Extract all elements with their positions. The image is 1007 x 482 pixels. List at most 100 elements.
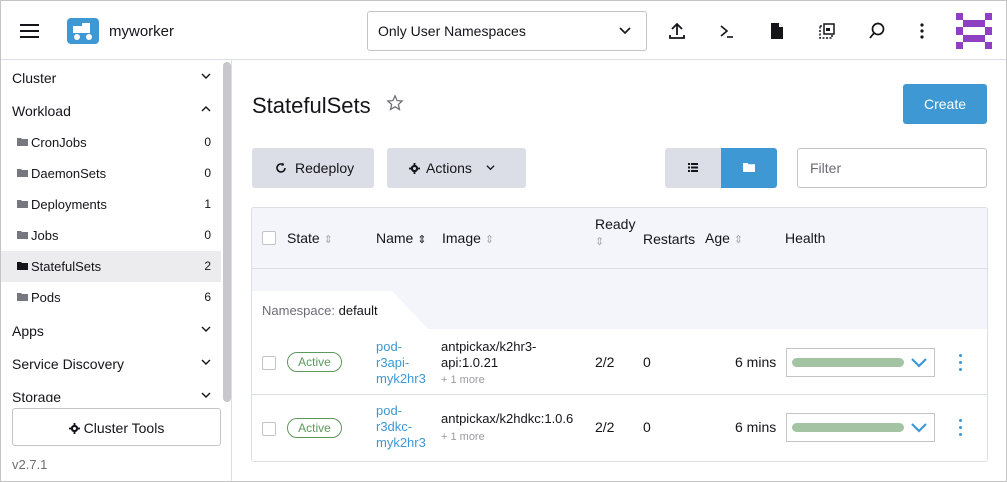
cluster-tools-label: Cluster Tools — [83, 420, 165, 436]
select-all-checkbox[interactable] — [262, 231, 276, 245]
sidebar-item-count: 0 — [204, 166, 211, 180]
health-bar — [792, 423, 904, 432]
version-label[interactable]: v2.7.1 — [12, 457, 47, 472]
sidebar-item-count: 1 — [204, 197, 211, 211]
namespace-group-label: Namespace: default — [262, 303, 378, 318]
filter-input[interactable]: Filter — [797, 148, 987, 188]
sidebar-item-count: 2 — [204, 259, 211, 273]
column-age-label: Age — [705, 230, 730, 246]
statefulset-name-link[interactable]: pod- r3dkc- myk2hr3 — [376, 403, 426, 451]
namespace-group-row: Namespace: default — [252, 269, 987, 329]
statefulset-name-link[interactable]: pod- r3api- myk2hr3 — [376, 339, 426, 387]
sidebar-item-count: 0 — [204, 228, 211, 242]
chevron-down-icon — [486, 165, 495, 171]
file-icon[interactable] — [767, 21, 787, 41]
gear-icon — [409, 163, 420, 174]
folder-icon — [743, 163, 755, 172]
row-actions-icon[interactable] — [958, 418, 964, 438]
name-line: r3api- — [376, 355, 410, 370]
sidebar-group-storage[interactable]: Storage — [1, 380, 221, 402]
star-icon[interactable] — [386, 94, 404, 112]
search-icon[interactable] — [867, 21, 887, 41]
health-expander[interactable] — [786, 348, 935, 377]
folder-icon — [17, 169, 28, 177]
row-actions-icon[interactable] — [958, 353, 964, 373]
restarts-value: 0 — [643, 354, 651, 370]
column-age[interactable]: Age ⇕ — [705, 230, 743, 246]
health-expander[interactable] — [786, 413, 935, 442]
sidebar-item-deployments[interactable]: Deployments 1 — [1, 189, 221, 220]
cluster-tools-button[interactable]: Cluster Tools — [12, 408, 221, 446]
name-line: pod- — [376, 339, 403, 354]
app-frame: myworker Only User Namespaces Cluster Wo… — [0, 0, 1007, 482]
sidebar-item-label: Deployments — [31, 197, 107, 212]
sidebar-item-statefulsets[interactable]: StatefulSets 2 — [1, 251, 221, 282]
table-header: State ⇕ Name ⇕ Image ⇕ Ready ⇕ Restarts Age ⇕… — [252, 208, 987, 269]
chevron-down-icon — [911, 358, 927, 368]
copy-kubeconfig-icon[interactable] — [817, 21, 837, 41]
redeploy-button[interactable]: Redeploy — [252, 148, 374, 188]
sidebar-item-label: Jobs — [31, 228, 59, 243]
chevron-down-icon — [911, 423, 927, 433]
name-line: pod- — [376, 403, 403, 418]
table-row: Active pod- r3api- myk2hr3 antpickax/k2h… — [252, 329, 987, 395]
column-name[interactable]: Name ⇕ — [376, 230, 427, 246]
namespace-select-value: Only User Namespaces — [378, 23, 526, 39]
image-line: antpickax/k2hr3- — [441, 339, 537, 354]
list-icon — [688, 163, 698, 172]
namespace-select[interactable]: Only User Namespaces — [367, 11, 647, 51]
namespace-label-key: Namespace: — [262, 303, 335, 318]
more-vertical-icon[interactable] — [912, 21, 932, 41]
create-button[interactable]: Create — [903, 84, 987, 124]
column-state-label: State — [287, 230, 320, 246]
sidebar-group-apps[interactable]: Apps — [1, 314, 221, 346]
image-line: antpickax/k2hdkc:1.0.6 — [441, 411, 574, 426]
column-image[interactable]: Image ⇕ — [442, 230, 494, 246]
sidebar-group-label: Storage — [12, 389, 62, 402]
sidebar-item-label: CronJobs — [31, 135, 87, 150]
folder-icon — [17, 138, 28, 146]
sidebar-item-count: 6 — [204, 290, 211, 304]
chevron-down-icon — [201, 392, 211, 398]
row-checkbox[interactable] — [262, 422, 276, 436]
list-view-toggle[interactable] — [665, 148, 722, 188]
cluster-name[interactable]: myworker — [109, 23, 174, 40]
chevron-up-icon — [201, 106, 211, 112]
column-ready[interactable]: Ready ⇕ — [595, 216, 635, 248]
row-checkbox[interactable] — [262, 356, 276, 370]
more-images-link[interactable]: + 1 more — [441, 431, 485, 443]
scrollbar-thumb[interactable] — [223, 62, 231, 402]
sidebar-group-label: Apps — [12, 323, 44, 339]
upload-icon[interactable] — [667, 21, 687, 41]
name-line: myk2hr3 — [376, 435, 426, 450]
user-avatar[interactable] — [956, 13, 992, 49]
sidebar-item-count: 0 — [204, 135, 211, 149]
sidebar-group-label: Service Discovery — [12, 356, 125, 372]
sidebar-group-cluster[interactable]: Cluster — [1, 61, 221, 93]
more-images-link[interactable]: + 1 more — [441, 374, 485, 386]
column-restarts: Restarts — [643, 231, 696, 247]
sidebar-item-label: DaemonSets — [31, 166, 107, 181]
table-row: Active pod- r3dkc- myk2hr3 antpickax/k2h… — [252, 395, 987, 461]
cluster-logo[interactable] — [67, 18, 99, 44]
statefulsets-table: State ⇕ Name ⇕ Image ⇕ Ready ⇕ Restarts Age ⇕… — [251, 207, 988, 462]
sidebar-item-pods[interactable]: Pods 6 — [1, 282, 221, 313]
sort-icon: ⇕ — [733, 234, 744, 246]
actions-button[interactable]: Actions — [387, 148, 526, 188]
column-state[interactable]: State ⇕ — [287, 230, 333, 246]
chevron-down-icon — [619, 27, 631, 35]
sidebar-item-cronjobs[interactable]: CronJobs 0 — [1, 127, 221, 158]
status-badge: Active — [287, 418, 342, 438]
actions-label: Actions — [426, 160, 472, 176]
group-view-toggle[interactable] — [721, 148, 777, 188]
sidebar-scrollbar[interactable] — [223, 60, 231, 402]
sidebar-item-daemonsets[interactable]: DaemonSets 0 — [1, 158, 221, 189]
sort-icon: ⇕ — [323, 234, 333, 246]
menu-icon[interactable] — [20, 23, 40, 39]
terminal-icon[interactable] — [717, 21, 737, 41]
sidebar-item-jobs[interactable]: Jobs 0 — [1, 220, 221, 251]
health-bar — [792, 358, 904, 367]
sidebar-group-service-discovery[interactable]: Service Discovery — [1, 347, 221, 379]
gear-icon — [68, 423, 80, 434]
sidebar-group-workload[interactable]: Workload — [1, 94, 221, 126]
